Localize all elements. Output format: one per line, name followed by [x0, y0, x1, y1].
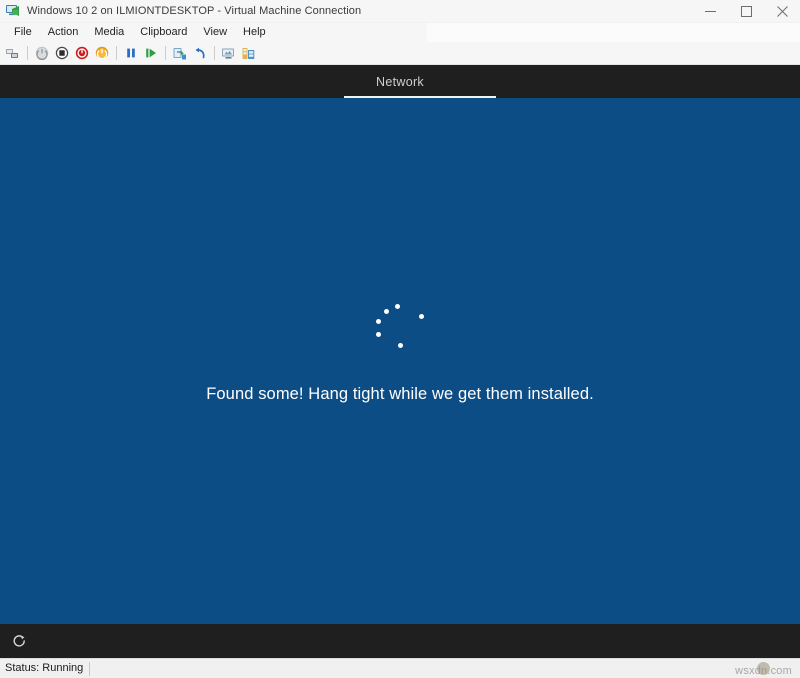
- reset-icon[interactable]: [92, 43, 111, 63]
- enhanced-session-icon[interactable]: [219, 43, 238, 63]
- oobe-message: Found some! Hang tight while we get them…: [206, 385, 594, 403]
- titlebar: Windows 10 2 on ILMIONTDESKTOP - Virtual…: [0, 0, 800, 23]
- menubar: File Action Media Clipboard View Help: [0, 23, 800, 42]
- virtual-machine-icon: [5, 3, 21, 19]
- spinner-dot: [419, 314, 424, 319]
- menu-item-media[interactable]: Media: [86, 24, 132, 42]
- vm-screen[interactable]: Network Found some! Hang tight while we …: [0, 65, 800, 658]
- resume-icon[interactable]: [141, 43, 160, 63]
- status-badge: Status: Running: [5, 662, 84, 674]
- spinner-dot: [376, 319, 381, 324]
- turn-off-icon[interactable]: [72, 43, 91, 63]
- pause-icon[interactable]: [121, 43, 140, 63]
- window-title: Windows 10 2 on ILMIONTDESKTOP - Virtual…: [27, 5, 362, 17]
- maximize-button[interactable]: [728, 0, 764, 22]
- statusbar: Status: Running wsxdn.com: [0, 658, 800, 678]
- toolbar-separator: [27, 46, 28, 60]
- close-button[interactable]: [764, 0, 800, 22]
- menu-item-action[interactable]: Action: [40, 24, 87, 42]
- toolbar: [0, 42, 800, 65]
- menu-item-view[interactable]: View: [195, 24, 235, 42]
- menu-item-help[interactable]: Help: [235, 24, 274, 42]
- spinner-dot: [384, 309, 389, 314]
- status-divider: [89, 661, 91, 676]
- oobe-body: Found some! Hang tight while we get them…: [0, 98, 800, 624]
- checkpoint-icon[interactable]: [170, 43, 189, 63]
- shut-down-icon[interactable]: [52, 43, 71, 63]
- toolbar-separator: [214, 46, 215, 60]
- share-icon[interactable]: [239, 43, 258, 63]
- menu-item-file[interactable]: File: [6, 24, 40, 42]
- revert-icon[interactable]: [190, 43, 209, 63]
- toolbar-separator: [165, 46, 166, 60]
- ctrl-alt-delete-icon[interactable]: [3, 43, 22, 63]
- spinner-dot: [398, 343, 403, 348]
- ease-of-access-icon[interactable]: [10, 631, 30, 651]
- oobe-header: Network: [0, 65, 800, 98]
- virtual-machine-connection-window: Windows 10 2 on ILMIONTDESKTOP - Virtual…: [0, 0, 800, 678]
- oobe-footer: [0, 624, 800, 658]
- start-icon[interactable]: [32, 43, 51, 63]
- window-controls: [692, 0, 800, 22]
- menu-item-clipboard[interactable]: Clipboard: [132, 24, 195, 42]
- oobe-header-title: Network: [376, 74, 424, 89]
- minimize-button[interactable]: [692, 0, 728, 22]
- loading-spinner: [373, 302, 427, 356]
- spinner-dot: [395, 304, 400, 309]
- spinner-dot: [376, 332, 381, 337]
- watermark-text: wsxdn.com: [735, 665, 792, 677]
- toolbar-separator: [116, 46, 117, 60]
